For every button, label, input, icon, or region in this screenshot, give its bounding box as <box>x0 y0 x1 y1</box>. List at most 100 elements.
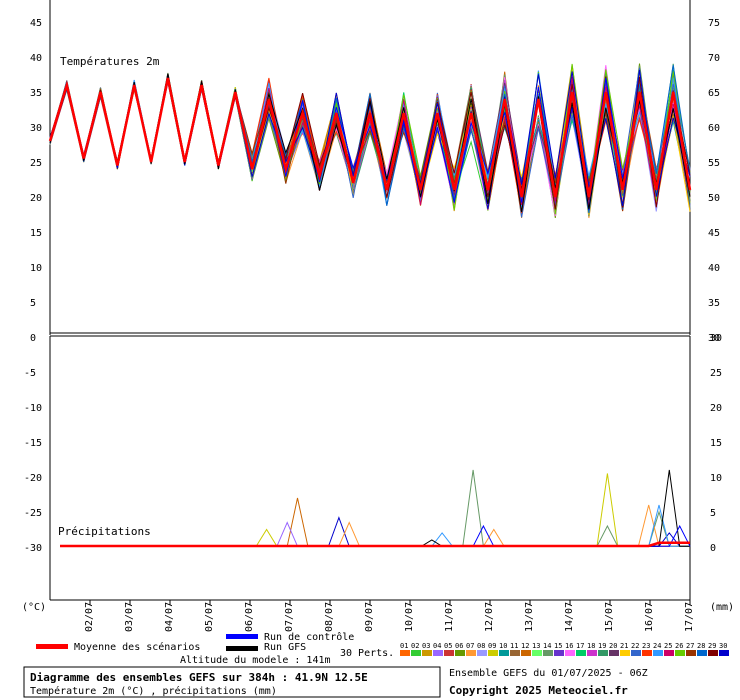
pert-number: 24 <box>653 642 661 650</box>
pert-swatch <box>455 650 465 656</box>
temp-tick-right: 65 <box>708 88 720 99</box>
pert-swatch <box>488 650 498 656</box>
temp-tick-left: 35 <box>30 88 42 99</box>
pert-number: 21 <box>620 642 628 650</box>
pert-swatch <box>664 650 674 656</box>
x-date-label: 17/07 <box>684 602 695 632</box>
x-date-label: 02/07 <box>84 602 95 632</box>
precip-tick-left: -25 <box>24 508 42 519</box>
pert-number: 06 <box>455 642 463 650</box>
pert-number: 22 <box>631 642 639 650</box>
pert-swatch <box>400 650 410 656</box>
x-date-label: 08/07 <box>324 602 335 632</box>
pert-number: 13 <box>532 642 540 650</box>
precipitation-label: Précipitations <box>58 525 151 538</box>
pert-number: 30 <box>719 642 727 650</box>
legend-mean-swatch <box>36 644 68 649</box>
precip-tick-right: 15 <box>710 438 722 449</box>
run-label: Ensemble GEFS du 01/07/2025 - 06Z <box>449 668 648 679</box>
pert-swatch <box>543 650 553 656</box>
pert-number: 02 <box>411 642 419 650</box>
pert-number: 08 <box>477 642 485 650</box>
pert-swatch <box>620 650 630 656</box>
temp-tick-left: 15 <box>30 228 42 239</box>
pert-number: 28 <box>697 642 705 650</box>
precip-tick-right: 20 <box>710 403 722 414</box>
pert-swatch <box>697 650 707 656</box>
pert-swatch <box>422 650 432 656</box>
x-date-label: 11/07 <box>444 602 455 632</box>
pert-number: 09 <box>488 642 496 650</box>
pert-number: 17 <box>576 642 584 650</box>
pert-swatch <box>708 650 718 656</box>
ensemble-chart: Températures 2m 454035302520151050 75706… <box>22 0 734 698</box>
pert-number: 12 <box>521 642 529 650</box>
temp-tick-left: 0 <box>30 333 36 344</box>
pert-number: 07 <box>466 642 474 650</box>
precip-tick-right: 10 <box>710 473 722 484</box>
legend: Moyenne des scénarios Run de contrôle Ru… <box>36 631 729 666</box>
pert-swatch <box>433 650 443 656</box>
pert-swatch <box>653 650 663 656</box>
x-date-label: 06/07 <box>244 602 255 632</box>
pert-number: 26 <box>675 642 683 650</box>
pert-number: 29 <box>708 642 716 650</box>
pert-number: 14 <box>543 642 551 650</box>
temp-tick-right: 45 <box>708 228 720 239</box>
precipitation-panel: Précipitations -5 -10 -15 -20 -25 -30 30 25 20 1… <box>24 333 722 601</box>
x-date-label: 14/07 <box>564 602 575 632</box>
unit-left-label: (°C) <box>22 602 46 613</box>
pert-number: 11 <box>510 642 518 650</box>
footer-subtitle: Température 2m (°C) , précipitations (mm… <box>30 685 277 697</box>
x-date-label: 03/07 <box>124 602 135 632</box>
temp-tick-left: 25 <box>30 158 42 169</box>
pert-precip-line <box>60 521 690 547</box>
x-date-label: 04/07 <box>164 602 175 632</box>
pert-precip-line <box>60 469 690 547</box>
pert-number: 18 <box>587 642 595 650</box>
pert-swatch <box>499 650 509 656</box>
chart-root: Températures 2m 45 40 35 30 25 20 15 10 5 0 75 70 6… <box>0 0 740 700</box>
pert-number: 05 <box>444 642 452 650</box>
footer-title: Diagramme des ensembles GEFS sur 384h : … <box>30 671 368 684</box>
x-date-label: 15/07 <box>604 602 615 632</box>
pert-precip-line <box>60 469 690 547</box>
pert-precip-line <box>60 516 690 547</box>
pert-swatch <box>598 650 608 656</box>
temp-tick-left: 5 <box>30 298 36 309</box>
legend-gfs-label: Run GFS <box>264 642 306 653</box>
pert-swatch <box>576 650 586 656</box>
x-date-label: 09/07 <box>364 602 375 632</box>
temp-tick-right: 40 <box>708 263 720 274</box>
legend-gfs-swatch <box>226 646 258 651</box>
legend-control-swatch <box>226 634 258 639</box>
x-date-label: 12/07 <box>484 602 495 632</box>
temperature-panel: Températures 2m 454035302520151050 75706… <box>30 0 720 344</box>
legend-mean-label: Moyenne des scénarios <box>74 641 200 653</box>
temperature-label: Températures 2m <box>60 55 160 68</box>
pert-swatch <box>631 650 641 656</box>
legend-perts-label: 30 Perts. <box>340 648 394 659</box>
mean-precip-line <box>60 541 690 548</box>
pert-number: 23 <box>642 642 650 650</box>
altitude-label: Altitude du modele : 141m <box>180 655 331 666</box>
temp-tick-right: 60 <box>708 123 720 134</box>
pert-precip-line <box>60 504 690 547</box>
unit-right-label: (mm) <box>710 602 734 613</box>
temp-tick-right: 55 <box>708 158 720 169</box>
pert-precip-line <box>60 524 691 547</box>
pert-swatch <box>686 650 696 656</box>
temp-tick-right: 35 <box>708 298 720 309</box>
pert-number: 27 <box>686 642 694 650</box>
precip-tick-left: -20 <box>24 473 42 484</box>
pert-precip-line <box>60 504 690 547</box>
pert-precip-line <box>60 473 690 547</box>
temp-tick-right: 75 <box>708 18 720 29</box>
pert-swatch <box>521 650 531 656</box>
pert-swatch <box>510 650 520 656</box>
x-date-label: 10/07 <box>404 602 415 632</box>
temp-tick-right: 50 <box>708 193 720 204</box>
pert-swatch <box>642 650 652 656</box>
pert-number: 19 <box>598 642 606 650</box>
pert-swatch <box>477 650 487 656</box>
